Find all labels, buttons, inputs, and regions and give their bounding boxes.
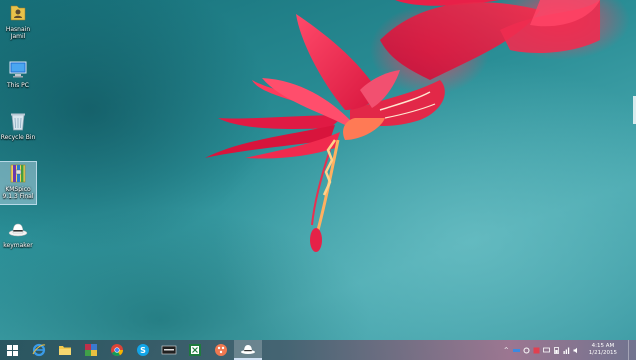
- taskbar: S ^ 4:15 AM 1/21/2015: [0, 340, 636, 360]
- desktop-icon-hasnain-jamil[interactable]: Hasnain Jamil: [0, 2, 36, 40]
- excel-icon: [189, 344, 201, 356]
- settings-icon[interactable]: [523, 347, 530, 354]
- taskbar-button-skype[interactable]: S: [130, 340, 156, 360]
- chrome-icon: [111, 344, 123, 357]
- system-tray: ^ 4:15 AM 1/21/2015: [503, 340, 636, 360]
- battery-icon[interactable]: [553, 346, 560, 354]
- clock[interactable]: 4:15 AM 1/21/2015: [589, 343, 617, 357]
- start-button[interactable]: [0, 340, 24, 360]
- desktop-icon-label: Hasnain Jamil: [5, 26, 31, 40]
- network-app-icon[interactable]: [512, 347, 520, 354]
- desktop-icon-keymaker[interactable]: keymaker: [0, 218, 36, 249]
- wallpaper-flower: [205, 0, 630, 252]
- user-folder-icon: [7, 2, 29, 24]
- desktop-icon-label: keymaker: [3, 242, 33, 249]
- winrar-icon: [85, 344, 97, 356]
- show-desktop-button[interactable]: [628, 340, 632, 360]
- skype-icon: S: [137, 344, 149, 356]
- folder-icon: [59, 346, 71, 355]
- signal-icon[interactable]: [563, 347, 570, 354]
- clock-date: 1/21/2015: [588, 350, 617, 356]
- desktop-icon-label: KMSpico 9.1.3 Final: [2, 186, 34, 200]
- recycle-bin-icon: [7, 110, 29, 132]
- desktop-icon-recycle-bin[interactable]: Recycle Bin: [0, 110, 36, 141]
- hat-icon: [241, 345, 255, 354]
- app-icon: [161, 345, 177, 355]
- taskbar-button-keymaker[interactable]: [234, 340, 262, 360]
- taskbar-button-winrar[interactable]: [78, 340, 104, 360]
- taskbar-button-app[interactable]: [156, 340, 182, 360]
- volume-icon[interactable]: [573, 347, 580, 354]
- taskbar-button-chrome[interactable]: [104, 340, 130, 360]
- windows-logo-icon: [6, 344, 18, 356]
- desktop-icon-this-pc[interactable]: This PC: [0, 58, 36, 89]
- hat-icon: [7, 218, 29, 240]
- taskbar-button-excel[interactable]: [182, 340, 208, 360]
- clock-time: 4:15 AM: [591, 343, 615, 349]
- show-hidden-icons-chevron[interactable]: ^: [503, 347, 510, 354]
- archive-icon: [7, 162, 29, 184]
- security-icon[interactable]: [533, 347, 540, 354]
- desktop-icon-label: Recycle Bin: [0, 134, 36, 141]
- internet-explorer-icon: [32, 343, 46, 357]
- display-icon[interactable]: [542, 347, 550, 354]
- desktop-icon-kmspico[interactable]: KMSpico 9.1.3 Final: [0, 161, 37, 205]
- computer-icon: [7, 58, 29, 80]
- desktop[interactable]: Hasnain Jamil This PC Recycle Bin KMSpic…: [0, 0, 636, 360]
- taskbar-button-internet-explorer[interactable]: [26, 340, 52, 360]
- paint-icon: [215, 344, 227, 356]
- desktop-icon-label: This PC: [7, 82, 29, 89]
- taskbar-button-file-explorer[interactable]: [52, 340, 78, 360]
- svg-text:S: S: [140, 346, 146, 355]
- taskbar-button-paint[interactable]: [208, 340, 234, 360]
